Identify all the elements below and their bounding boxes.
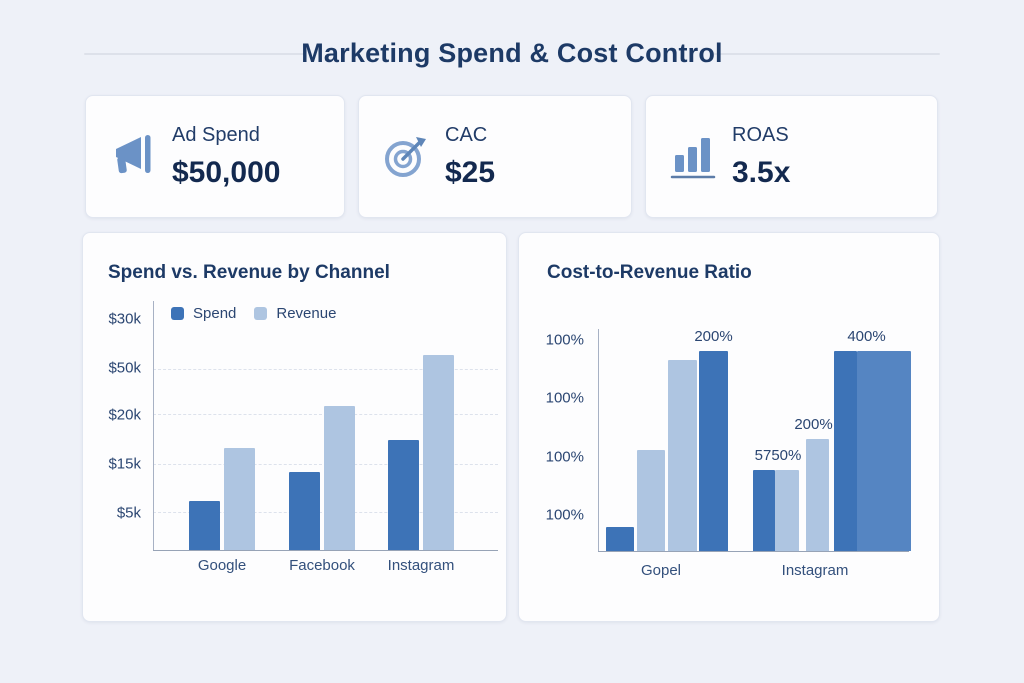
bar-chart-icon — [668, 133, 720, 181]
page-title: Marketing Spend & Cost Control — [0, 38, 1024, 69]
kpi-value: 3.5x — [732, 156, 790, 190]
y-tick-label: $30k — [83, 311, 141, 328]
grouped-bar-plot: $30k $50k $20k $15k $5k Google Facebook Instagr… — [83, 233, 506, 621]
kpi-value: $25 — [445, 156, 495, 190]
x-category-label: Instagram — [388, 557, 455, 574]
y-tick-label: $20k — [83, 407, 141, 424]
ratio-bar — [834, 351, 857, 551]
ratio-bar — [806, 439, 829, 551]
kpi-card-ad-spend: Ad Spend $50,000 — [85, 95, 345, 218]
chart-panel-cost-to-revenue: Cost-to-Revenue Ratio 100%100%100%100%20… — [518, 232, 940, 622]
bar-value-label: 5750% — [755, 447, 802, 464]
bar-revenue-google — [224, 448, 255, 550]
kpi-value: $50,000 — [172, 156, 280, 190]
x-axis-line — [153, 550, 498, 551]
ratio-bar — [857, 351, 911, 551]
bar-value-label: 200% — [694, 328, 732, 345]
kpi-label: ROAS — [732, 124, 790, 147]
y-axis-line — [153, 301, 154, 550]
bar-spend-instagram — [388, 440, 419, 550]
kpi-card-cac: CAC $25 — [358, 95, 632, 218]
kpi-label: Ad Spend — [172, 124, 280, 147]
ratio-bar — [606, 527, 634, 551]
bar-revenue-facebook — [324, 406, 355, 550]
x-category-label: Google — [198, 557, 246, 574]
ratio-bar — [775, 470, 799, 551]
y-tick-label: 100% — [519, 449, 584, 466]
kpi-label: CAC — [445, 124, 495, 147]
megaphone-icon — [108, 133, 160, 181]
x-category-label: Gopel — [641, 562, 681, 579]
y-tick-label: 100% — [519, 390, 584, 407]
x-axis-line — [598, 551, 909, 552]
bar-spend-google — [189, 501, 220, 550]
x-category-label: Facebook — [289, 557, 355, 574]
ratio-bar-plot: 100% 100% 100% 100% 200% 5750% 200% 400% Gopel In… — [519, 233, 939, 621]
ratio-bar — [699, 351, 728, 551]
y-tick-label: 100% — [519, 507, 584, 524]
y-tick-label: 100% — [519, 332, 584, 349]
chart-panel-spend-vs-revenue: Spend vs. Revenue by Channel Spend Reven… — [82, 232, 507, 622]
kpi-card-roas: ROAS 3.5x — [645, 95, 938, 218]
ratio-bar — [668, 360, 697, 551]
ratio-bar — [637, 450, 665, 551]
bar-spend-facebook — [289, 472, 320, 550]
y-tick-label: $15k — [83, 456, 141, 473]
bar-value-label: 400% — [847, 328, 885, 345]
y-tick-label: $50k — [83, 360, 141, 377]
x-category-label: Instagram — [782, 562, 849, 579]
y-tick-label: $5k — [83, 505, 141, 522]
target-icon — [381, 133, 433, 181]
bar-value-label: 200% — [794, 416, 832, 433]
dashboard-page: Marketing Spend & Cost Control Ad Spend … — [0, 0, 1024, 683]
ratio-bar — [753, 470, 775, 551]
y-axis-line — [598, 329, 599, 551]
bar-revenue-instagram — [423, 355, 454, 550]
